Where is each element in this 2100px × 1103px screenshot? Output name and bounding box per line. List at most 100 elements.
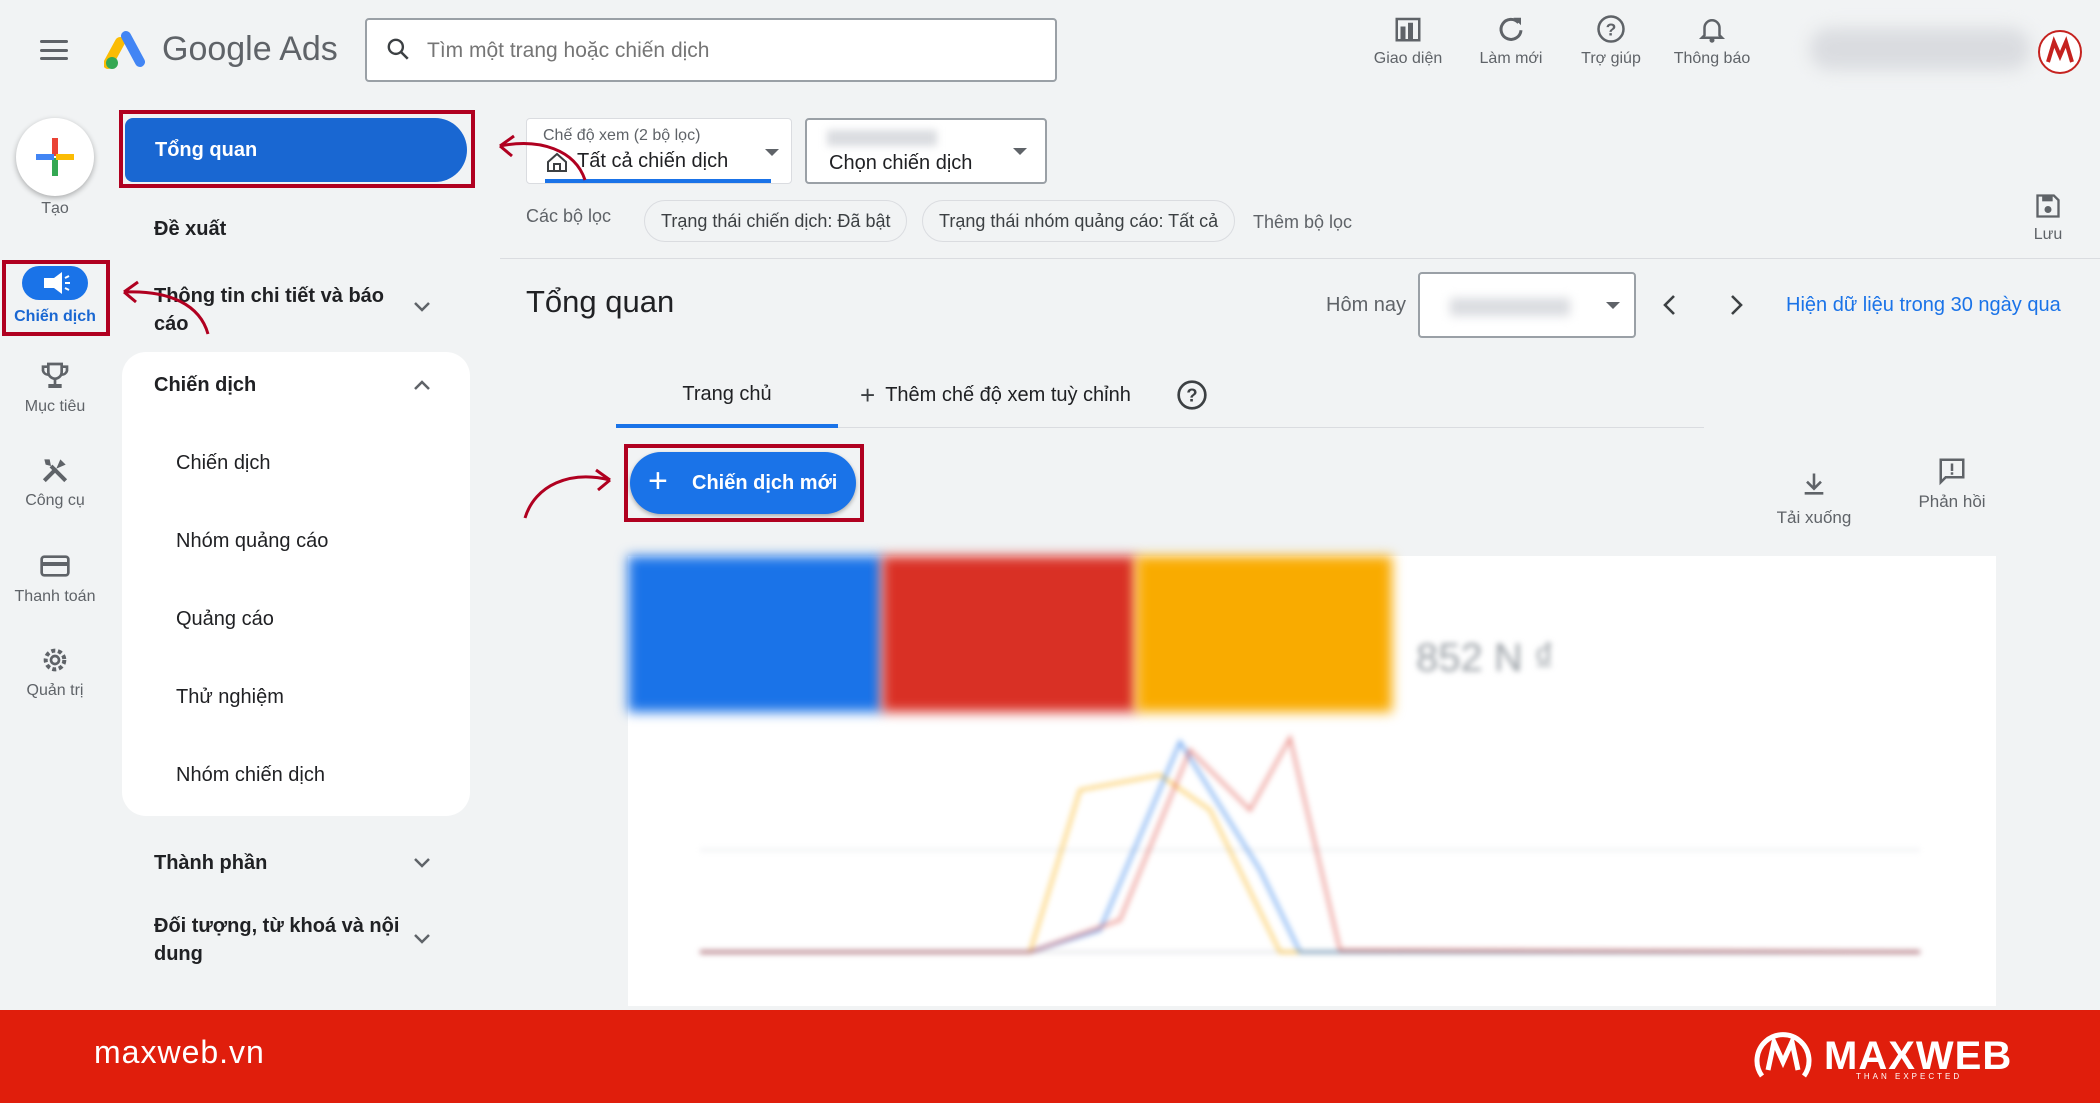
help-icon[interactable]: ?: [1176, 379, 1208, 411]
last-30-days-link[interactable]: Hiện dữ liệu trong 30 ngày qua: [1786, 294, 2061, 317]
chevron-up-icon[interactable]: [412, 378, 432, 392]
filters-label: Các bộ lọc: [526, 206, 612, 226]
chevron-right-icon[interactable]: [1726, 292, 1746, 318]
dropdown-arrow-icon: [1013, 148, 1027, 155]
create-button[interactable]: [16, 118, 94, 196]
nav-overview[interactable]: Tổng quan: [125, 118, 467, 182]
chevron-down-icon[interactable]: [412, 932, 432, 946]
refresh-button[interactable]: Làm mới: [1461, 14, 1561, 84]
search-box[interactable]: [365, 18, 1057, 82]
add-custom-view-button[interactable]: + Thêm chế độ xem tuỳ chỉnh: [860, 380, 1131, 411]
nav-audiences-keywords-content[interactable]: Đối tượng, từ khoá và nội dung: [154, 912, 399, 968]
nav-insights-line2: cáo: [154, 313, 189, 335]
new-campaign-label: Chiến dịch mới: [692, 472, 838, 494]
download-button[interactable]: Tải xuống: [1764, 470, 1864, 528]
chevron-left-icon[interactable]: [1660, 292, 1680, 318]
feedback-button[interactable]: Phản hồi: [1902, 456, 2002, 512]
nav-ads[interactable]: Quảng cáo: [176, 608, 274, 631]
date-range-select[interactable]: [1418, 272, 1636, 338]
gear-icon: [43, 648, 67, 672]
campaign-select[interactable]: Chọn chiến dịch: [805, 118, 1047, 184]
chevron-down-icon[interactable]: [412, 856, 432, 870]
svg-text:?: ?: [1186, 385, 1197, 406]
appearance-button[interactable]: Giao diện: [1358, 14, 1458, 84]
page-title: Tổng quan: [526, 284, 675, 319]
footer-site: maxweb.vn: [94, 1034, 265, 1070]
add-custom-view-label: Thêm chế độ xem tuỳ chỉnh: [885, 384, 1131, 406]
save-icon: [2036, 194, 2060, 218]
save-label: Lưu: [2033, 226, 2063, 243]
campaign-select-value: Chọn chiến dịch: [829, 152, 973, 174]
nav-assets[interactable]: Thành phần: [154, 852, 267, 875]
plus-icon: [36, 138, 74, 176]
appearance-label: Giao diện: [1373, 50, 1443, 67]
feedback-icon: [1939, 458, 1965, 486]
refresh-icon: [1499, 17, 1523, 41]
nav-recommendations[interactable]: Đề xuất: [154, 218, 226, 241]
search-input[interactable]: [425, 32, 1029, 70]
new-campaign-button[interactable]: + Chiến dịch mới: [630, 452, 856, 514]
help-icon: ?: [1597, 15, 1625, 43]
view-mode-label: Chế độ xem (2 bộ lọc): [543, 127, 701, 144]
home-icon: [547, 152, 567, 172]
footer-tagline: THAN EXPECTED: [1856, 1072, 1963, 1081]
account-info[interactable]: [1810, 28, 2030, 70]
nav-insights-reports[interactable]: Thông tin chi tiết và báo cáo: [154, 282, 384, 338]
campaigns-rail-label[interactable]: Chiến dịch: [0, 308, 110, 326]
menu-icon[interactable]: [40, 40, 68, 60]
add-filter-link[interactable]: Thêm bộ lọc: [1253, 212, 1352, 233]
blurred-account-name: [827, 130, 937, 146]
filter-chip-campaign-status[interactable]: Trạng thái chiến dịch: Đã bật: [644, 200, 908, 242]
scorecard-blue[interactable]: [628, 556, 882, 712]
admin-rail-button[interactable]: Quản trị: [0, 644, 110, 700]
nav-campaigns[interactable]: Chiến dịch: [176, 452, 271, 475]
tools-rail-button[interactable]: Công cụ: [0, 454, 110, 510]
maxweb-logo: [1754, 1032, 1812, 1078]
brand-name: Google Ads: [162, 30, 338, 68]
notifications-button[interactable]: Thông báo: [1662, 14, 1762, 84]
tab-active-indicator: [616, 424, 838, 428]
performance-line-chart: [700, 733, 1920, 954]
help-button[interactable]: ? Trợ giúp: [1561, 14, 1661, 84]
nav-audiences-line1: Đối tượng, từ khoá và nội: [154, 915, 400, 937]
goals-rail-label: Mục tiêu: [24, 398, 86, 415]
goals-rail-button[interactable]: Mục tiêu: [0, 360, 110, 416]
download-icon: [1804, 473, 1824, 495]
appearance-icon: [1395, 17, 1421, 42]
scorecard-value: 852 N ₫: [1416, 636, 1555, 680]
blurred-date: [1450, 298, 1570, 316]
nav-campaigns-group[interactable]: Chiến dịch: [154, 374, 256, 397]
google-ads-logo: [104, 31, 145, 69]
nav-campaign-groups[interactable]: Nhóm chiến dịch: [176, 764, 325, 787]
credit-card-icon: [40, 555, 70, 577]
notifications-label: Thông báo: [1673, 50, 1751, 67]
view-mode-underline: [545, 179, 771, 183]
chevron-down-icon[interactable]: [412, 300, 432, 314]
view-mode-value: Tất cả chiến dịch: [577, 150, 729, 172]
tab-home-label: Trang chủ: [682, 383, 772, 405]
billing-rail-button[interactable]: Thanh toán: [0, 550, 110, 606]
feedback-label: Phản hồi: [1918, 492, 1986, 511]
view-mode-select[interactable]: Chế độ xem (2 bộ lọc) Tất cả chiến dịch: [526, 118, 792, 184]
tools-rail-label: Công cụ: [25, 492, 85, 509]
nav-ad-groups[interactable]: Nhóm quảng cáo: [176, 530, 328, 553]
nav-overview-label: Tổng quan: [155, 139, 258, 161]
filter-chip-adgroup-status[interactable]: Trạng thái nhóm quảng cáo: Tất cả: [922, 200, 1236, 242]
plus-icon: +: [860, 380, 876, 410]
avatar[interactable]: [2038, 30, 2082, 74]
campaigns-rail-button[interactable]: [22, 266, 88, 300]
save-button[interactable]: Lưu: [2020, 192, 2076, 244]
trophy-icon: [41, 362, 69, 388]
dropdown-arrow-icon: [765, 149, 779, 156]
scorecard-yellow[interactable]: [1136, 556, 1392, 712]
refresh-label: Làm mới: [1479, 50, 1543, 67]
filter-divider: [500, 258, 2100, 259]
date-label: Hôm nay: [1326, 294, 1407, 316]
dropdown-arrow-icon: [1606, 302, 1620, 309]
tab-home[interactable]: Trang chủ: [616, 368, 838, 428]
nav-experiments[interactable]: Thử nghiệm: [176, 686, 284, 709]
scorecard-red[interactable]: [882, 556, 1136, 712]
campaigns-submenu: [122, 352, 470, 816]
nav-audiences-line2: dung: [154, 943, 203, 965]
plus-icon: +: [648, 462, 668, 500]
